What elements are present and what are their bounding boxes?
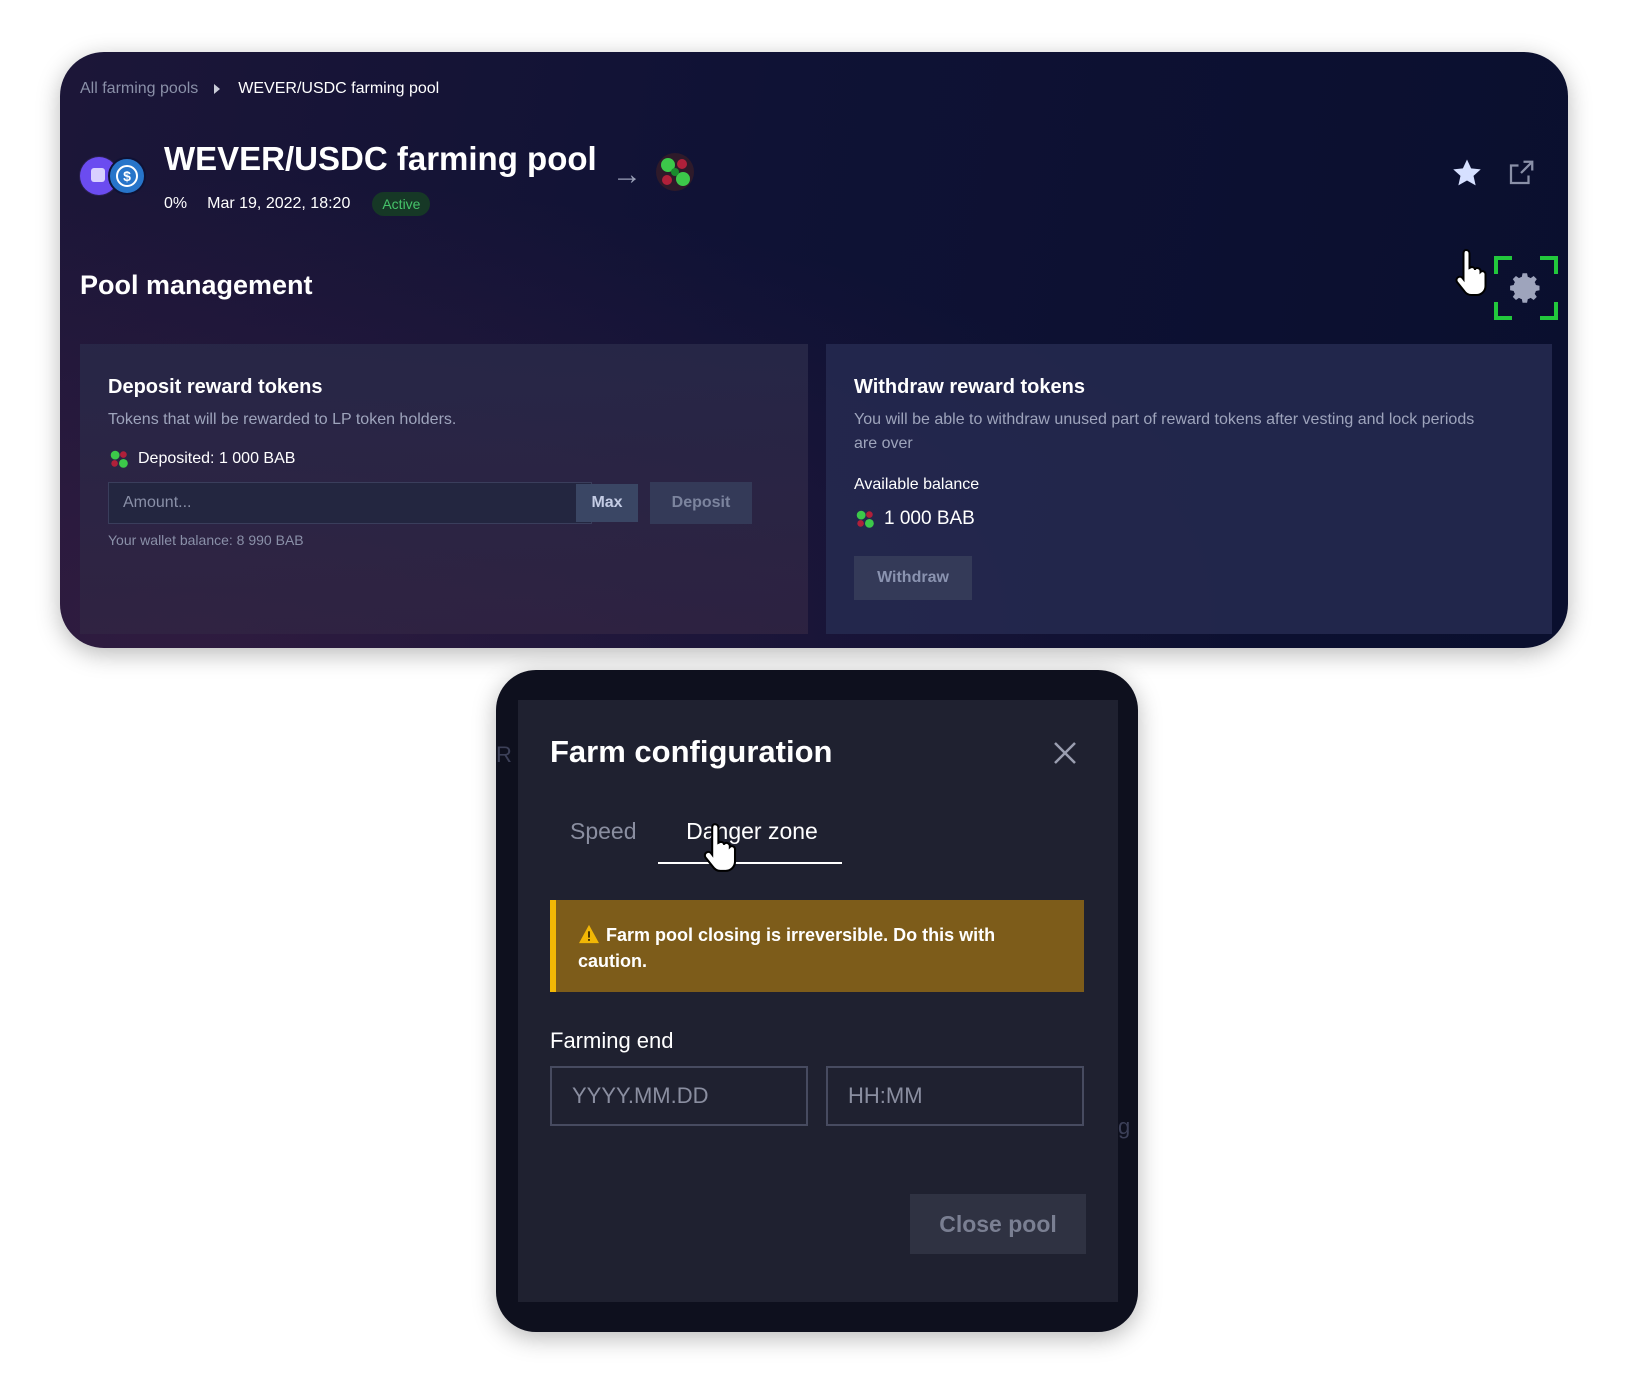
wallet-balance: Your wallet balance: 8 990 BAB (108, 532, 304, 548)
pool-meta: 0% Mar 19, 2022, 18:20 Active (164, 192, 431, 216)
close-icon[interactable] (1050, 738, 1080, 768)
available-balance-label: Available balance (854, 476, 980, 493)
backdrop-text-fragment: g (1118, 1114, 1131, 1139)
modal-title: Farm configuration (550, 734, 833, 769)
backdrop-text-fragment: R (496, 742, 512, 767)
pair-icons: $ (80, 157, 150, 197)
deposited-amount: Deposited: 1 000 BAB (108, 448, 295, 470)
breadcrumb: All farming pools WEVER/USDC farming poo… (80, 80, 439, 98)
pool-page-panel: All farming pools WEVER/USDC farming poo… (60, 52, 1568, 648)
warning-icon (579, 924, 599, 944)
farming-end-date-input[interactable] (550, 1066, 808, 1126)
withdraw-card: Withdraw reward tokens You will be able … (826, 344, 1552, 634)
withdraw-title: Withdraw reward tokens (854, 376, 1085, 398)
pool-share-percent: 0% (164, 195, 188, 212)
star-icon[interactable] (1450, 156, 1484, 190)
modal-screenshot-panel: R g Farm configuration Speed Danger zone… (496, 670, 1138, 1332)
pool-date: Mar 19, 2022, 18:20 (207, 195, 351, 212)
bab-token-icon (856, 510, 874, 528)
gear-icon (1510, 273, 1540, 303)
external-link-icon[interactable] (1506, 158, 1536, 188)
warning-text: Farm pool closing is irreversible. Do th… (578, 925, 996, 971)
breadcrumb-chevron-icon (214, 84, 221, 94)
warning-message: Farm pool closing is irreversible. Do th… (578, 922, 1058, 974)
available-balance-value: 1 000 BAB (884, 508, 975, 529)
amount-input[interactable] (108, 482, 592, 524)
pool-management-title: Pool management (80, 270, 313, 300)
bab-token-icon (656, 153, 694, 191)
available-balance: 1 000 BAB (854, 508, 975, 530)
arrow-right-icon: → (612, 158, 642, 191)
deposited-text: Deposited: 1 000 BAB (138, 450, 296, 467)
bab-token-icon (110, 450, 128, 468)
farm-configuration-modal: Farm configuration Speed Danger zone Far… (518, 700, 1118, 1302)
max-button[interactable]: Max (576, 484, 638, 522)
farming-end-label: Farming end (550, 1028, 674, 1053)
page-title: WEVER/USDC farming pool (164, 140, 597, 177)
deposit-card: Deposit reward tokens Tokens that will b… (80, 344, 808, 634)
hand-cursor-icon (1455, 248, 1487, 296)
active-tab-indicator (658, 862, 842, 864)
tab-danger-zone[interactable]: Danger zone (660, 818, 844, 845)
breadcrumb-current: WEVER/USDC farming pool (238, 80, 440, 97)
status-badge: Active (372, 192, 431, 216)
usdc-icon: $ (108, 157, 146, 195)
hand-cursor-icon (703, 823, 737, 872)
danger-warning: Farm pool closing is irreversible. Do th… (550, 900, 1084, 992)
close-pool-button[interactable]: Close pool (910, 1194, 1086, 1254)
farming-end-time-input[interactable] (826, 1066, 1084, 1126)
withdraw-description: You will be able to withdraw unused part… (854, 411, 1475, 452)
settings-button[interactable] (1494, 256, 1558, 320)
withdraw-button[interactable]: Withdraw (854, 556, 972, 600)
deposit-button[interactable]: Deposit (650, 482, 752, 524)
deposit-description: Tokens that will be rewarded to LP token… (108, 411, 457, 428)
tab-speed[interactable]: Speed (570, 818, 637, 845)
deposit-title: Deposit reward tokens (108, 376, 323, 398)
breadcrumb-all-pools-link[interactable]: All farming pools (80, 80, 198, 98)
